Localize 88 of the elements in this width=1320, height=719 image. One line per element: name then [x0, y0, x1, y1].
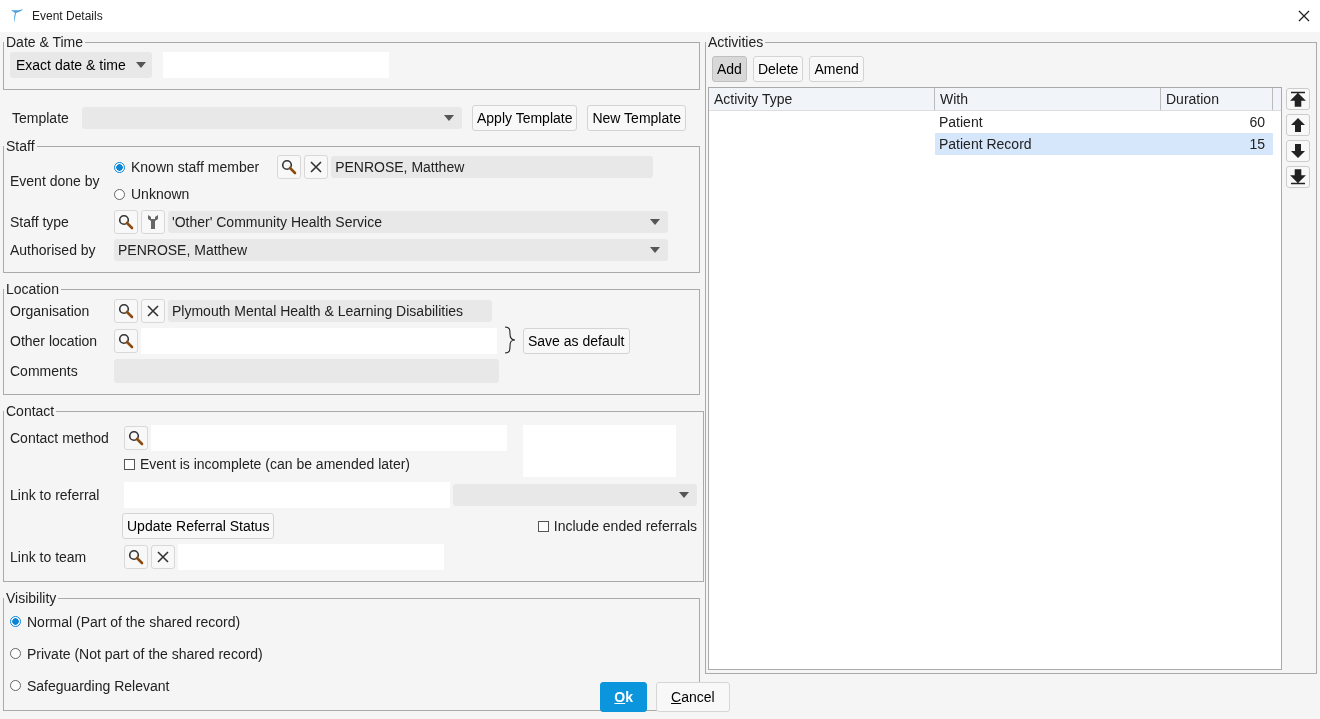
close-icon	[309, 160, 324, 174]
activity-button[interactable]: Amend	[809, 56, 864, 82]
column-header[interactable]: With	[935, 88, 1161, 110]
checkbox-label: Include ended referrals	[553, 518, 697, 534]
close-icon[interactable]	[1298, 10, 1310, 22]
caret-icon	[679, 492, 689, 498]
up-arrow-icon	[1290, 91, 1306, 107]
table-cell-text: 15	[1248, 136, 1266, 152]
search-icon	[118, 333, 134, 349]
table-cell-text: 60	[1248, 114, 1266, 130]
staff-type-dropdown[interactable]: 'Other' Community Health Service	[168, 211, 668, 233]
radio-label: Safeguarding Relevant	[27, 677, 170, 694]
activity-button[interactable]: Delete	[752, 56, 804, 82]
caret-icon	[444, 115, 454, 121]
radio-button[interactable]	[10, 680, 21, 691]
field-label: Staff type	[10, 214, 70, 230]
clear-button[interactable]	[141, 299, 165, 323]
update-referral-button[interactable]: Update Referral Status	[122, 513, 275, 539]
column-header[interactable]: Activity Type	[709, 88, 935, 110]
field-label: Contact method	[10, 430, 110, 446]
move-up-button[interactable]	[1286, 114, 1310, 136]
search-button[interactable]	[124, 426, 148, 450]
field-label: Template	[12, 110, 70, 126]
caret-icon	[650, 219, 660, 225]
search-icon	[128, 549, 144, 565]
organisation-field: Plymouth Mental Health & Learning Disabilities	[168, 300, 492, 322]
table-row[interactable]: Patient Record 15	[935, 133, 1273, 155]
template-button[interactable]: Apply Template	[472, 105, 578, 131]
field-label: Event done by	[10, 172, 101, 189]
activity-button[interactable]: Add	[712, 56, 747, 82]
brace-icon	[503, 326, 517, 354]
checkbox[interactable]	[124, 458, 135, 470]
radio-button[interactable]	[10, 648, 21, 659]
radio-label: Private (Not part of the shared record)	[27, 645, 263, 662]
radio-label: Unknown	[131, 186, 190, 202]
field-label: Organisation	[10, 303, 91, 319]
move-top-button[interactable]	[1286, 88, 1310, 110]
search-button[interactable]	[114, 329, 138, 353]
section-title: Contact	[5, 403, 56, 419]
search-button[interactable]	[124, 545, 148, 569]
up-arrow-icon	[1290, 117, 1306, 133]
checkbox[interactable]	[537, 520, 549, 532]
section-title: Staff	[5, 138, 36, 154]
search-button[interactable]	[114, 299, 138, 323]
search-icon	[128, 430, 144, 446]
search-icon	[118, 303, 134, 319]
caret-icon	[650, 247, 660, 253]
wrench-icon	[147, 214, 159, 230]
table-cell-text: Patient	[938, 114, 984, 130]
staff-member-field: PENROSE, Matthew	[331, 156, 654, 178]
section-title: Visibility	[5, 590, 58, 606]
down-arrow-icon	[1290, 143, 1306, 159]
close-icon	[146, 304, 160, 318]
authorised-by-dropdown[interactable]: PENROSE, Matthew	[114, 239, 668, 261]
checkbox-label: Event is incomplete (can be amended later)	[140, 456, 411, 472]
radio-label: Known staff member	[131, 159, 260, 175]
window-title: Event Details	[32, 9, 103, 23]
configure-button[interactable]	[141, 210, 165, 234]
down-arrow-icon	[1290, 169, 1306, 185]
clear-button[interactable]	[304, 155, 329, 179]
move-bottom-button[interactable]	[1286, 166, 1310, 188]
section-title: Date & Time	[5, 34, 85, 50]
move-down-button[interactable]	[1286, 140, 1310, 162]
search-button[interactable]	[114, 210, 138, 234]
search-icon	[281, 159, 298, 175]
cancel-button[interactable]: Cancel	[656, 681, 730, 712]
radio-button[interactable]	[114, 188, 125, 200]
search-icon	[118, 214, 134, 230]
caret-icon	[135, 62, 146, 68]
section-title: Activities	[707, 34, 765, 50]
field-label: Link to referral	[10, 487, 101, 503]
field-label: Other location	[10, 333, 99, 349]
column-header[interactable]: Duration	[1161, 88, 1273, 110]
radio-label: Normal (Part of the shared record)	[27, 613, 241, 630]
template-button[interactable]: New Template	[587, 105, 686, 131]
close-icon	[156, 550, 170, 564]
section-title: Location	[5, 281, 60, 297]
table-cell-text: Patient Record	[938, 136, 1033, 152]
table-row[interactable]: Patient 60	[935, 111, 1273, 133]
field-label: Link to team	[10, 549, 88, 565]
field-label: Comments	[10, 363, 79, 379]
radio-button[interactable]	[114, 161, 125, 173]
field-label: Authorised by	[10, 242, 97, 258]
search-button[interactable]	[277, 155, 302, 179]
save-default-button[interactable]: Save as default	[523, 328, 630, 354]
date-mode-dropdown[interactable]: Exact date & time	[10, 52, 152, 78]
radio-button[interactable]	[10, 616, 21, 627]
clear-button[interactable]	[151, 545, 175, 569]
